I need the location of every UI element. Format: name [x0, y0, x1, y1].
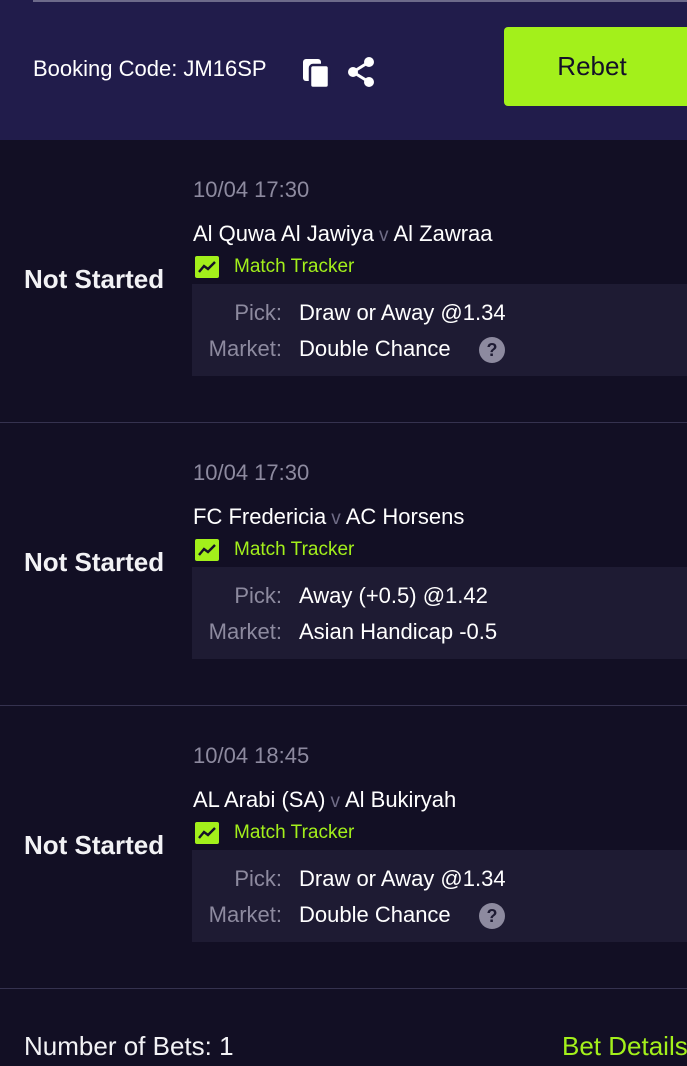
match-tracker-label: Match Tracker: [234, 256, 355, 277]
match-tracker-label: Match Tracker: [234, 822, 355, 843]
away-team: AC Horsens: [345, 504, 465, 529]
trend-chart-icon: [195, 539, 219, 561]
bet-status: Not Started: [24, 830, 165, 860]
versus-label: v: [378, 225, 389, 246]
bet-status: Not Started: [24, 547, 165, 577]
header-divider: [33, 0, 687, 2]
match-tracker-link[interactable]: Match Tracker: [195, 255, 354, 279]
match-tracker-link[interactable]: Match Tracker: [195, 538, 354, 562]
number-of-bets: Number of Bets: 1: [24, 1031, 234, 1061]
home-team: Al Quwa Al Jawiya: [193, 221, 374, 246]
match-datetime: 10/04 17:30: [193, 460, 310, 485]
share-icon[interactable]: [345, 56, 377, 88]
bet-summary-footer: Number of Bets: 1 Bet Details: [0, 989, 687, 1066]
bet-history-page: Booking Code: JM16SP Rebet Not Started 1…: [0, 0, 687, 1066]
pick-details: Pick: Draw or Away @1.34 Market: Double …: [192, 850, 687, 942]
match-teams: FC Fredericia v AC Horsens: [193, 504, 464, 530]
bet-details-link[interactable]: Bet Details: [562, 1031, 687, 1062]
bet-item[interactable]: Not Started 10/04 17:30 FC Fredericia v AC…: [0, 423, 687, 706]
pick-details: Pick: Draw or Away @1.34 Market: Double …: [192, 284, 687, 376]
market-label: Market:: [208, 902, 282, 927]
versus-label: v: [331, 508, 341, 529]
market-label: Market:: [208, 336, 282, 361]
market-label: Market:: [208, 619, 282, 644]
match-teams: Al Quwa Al Jawiya v Al Zawraa: [193, 221, 493, 247]
pick-value: Away (+0.5) @1.42: [299, 583, 488, 608]
match-teams: AL Arabi (SA) v Al Bukiryah: [193, 787, 456, 813]
versus-label: v: [330, 791, 340, 812]
bet-item[interactable]: Not Started 10/04 17:30 Al Quwa Al Jawiy…: [0, 140, 687, 423]
match-datetime: 10/04 18:45: [193, 743, 310, 768]
pick-label: Pick:: [234, 583, 282, 608]
match-tracker-label: Match Tracker: [234, 539, 355, 560]
pick-details: Pick: Away (+0.5) @1.42 Market: Asian Ha…: [192, 567, 687, 659]
market-value: Asian Handicap -0.5: [299, 619, 498, 644]
pick-value: Draw or Away @1.34: [299, 866, 506, 891]
away-team: Al Zawraa: [393, 221, 493, 246]
market-value: Double Chance: [299, 336, 451, 361]
match-datetime: 10/04 17:30: [193, 177, 310, 202]
trend-chart-icon: [195, 822, 219, 844]
away-team: Al Bukiryah: [344, 787, 457, 812]
pick-label: Pick:: [234, 866, 282, 891]
bet-item[interactable]: Not Started 10/04 18:45 AL Arabi (SA) v Al…: [0, 706, 687, 989]
rebet-button[interactable]: Rebet: [504, 27, 687, 106]
copy-icon[interactable]: [301, 57, 331, 89]
match-tracker-link[interactable]: Match Tracker: [195, 821, 354, 845]
bet-status: Not Started: [24, 264, 165, 294]
booking-header: Booking Code: JM16SP Rebet: [0, 0, 687, 140]
trend-chart-icon: [195, 256, 219, 278]
question-mark-icon[interactable]: ?: [479, 903, 505, 929]
pick-value: Draw or Away @1.34: [299, 300, 506, 325]
booking-code-label: Booking Code: JM16SP: [33, 56, 267, 81]
home-team: FC Fredericia: [193, 504, 327, 529]
home-team: AL Arabi (SA): [193, 787, 326, 812]
market-value: Double Chance: [299, 902, 451, 927]
pick-label: Pick:: [234, 300, 282, 325]
question-mark-icon[interactable]: ?: [479, 337, 505, 363]
